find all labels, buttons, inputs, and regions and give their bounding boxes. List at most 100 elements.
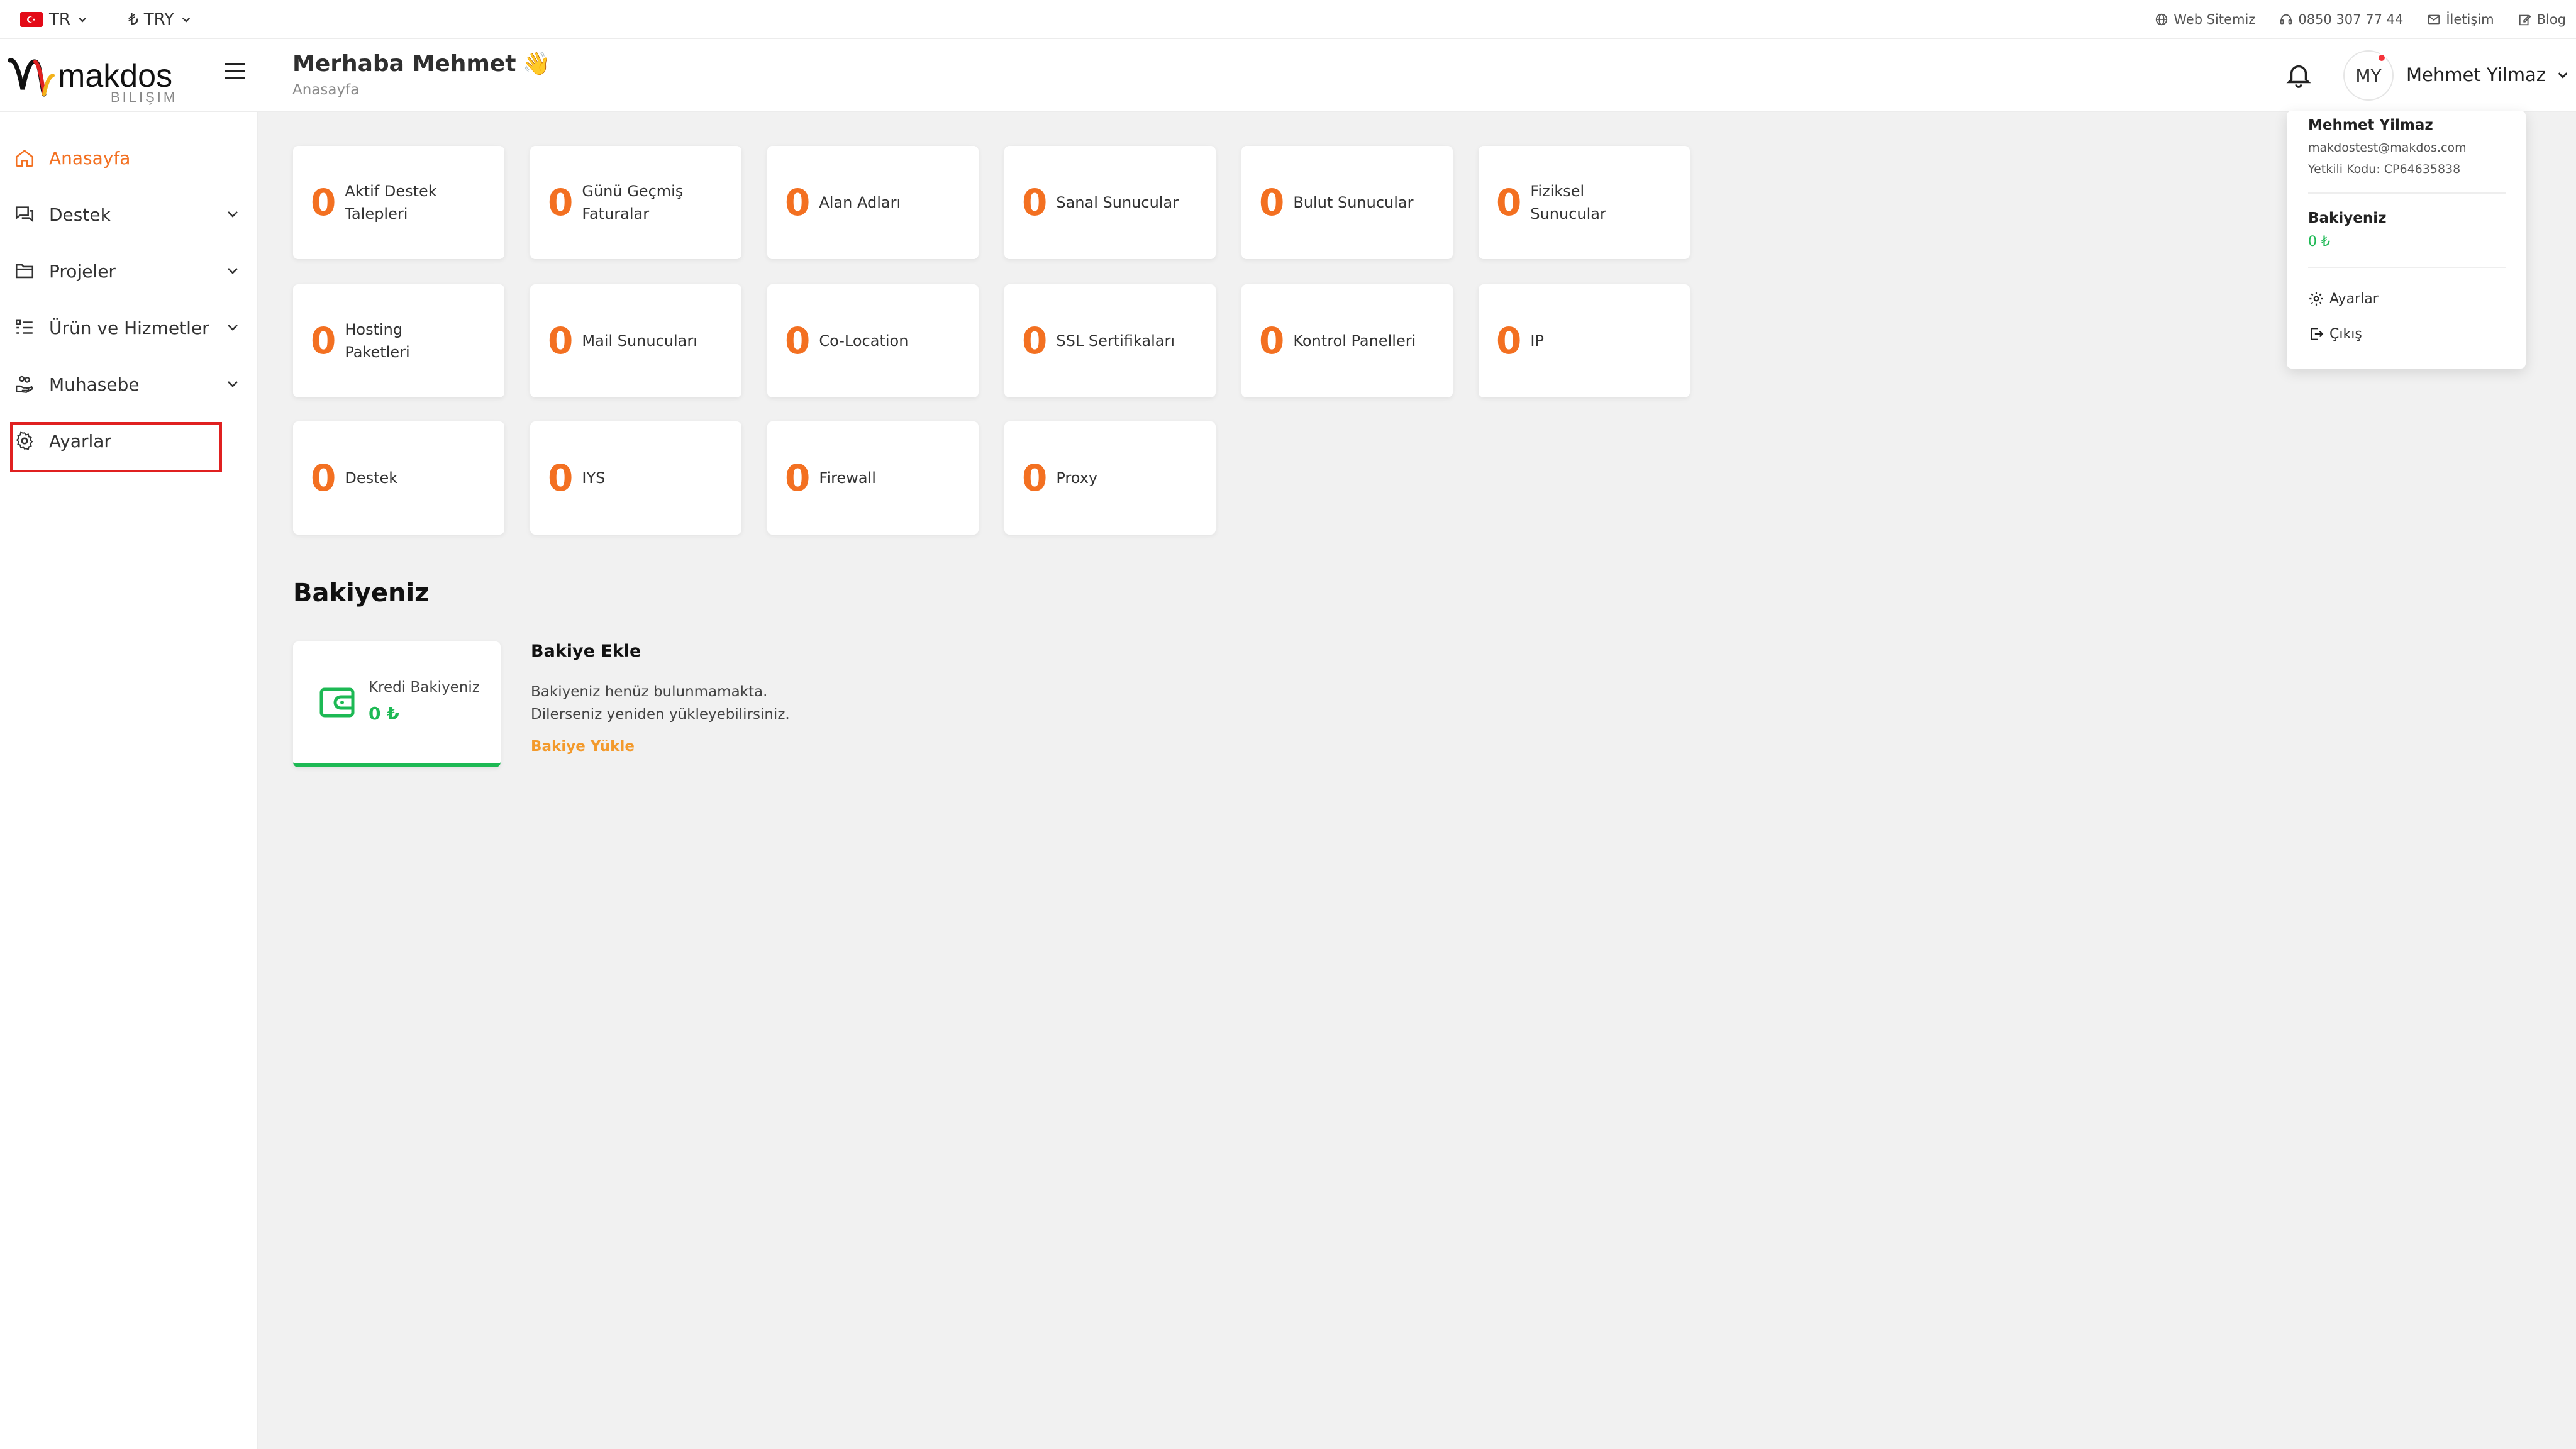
stat-value: 0 [1022, 319, 1048, 362]
sidebar-item-label: Projeler [49, 260, 116, 282]
web-site-label: Web Sitemiz [2174, 12, 2256, 27]
credit-balance-label: Kredi Bakiyeniz [369, 679, 480, 696]
user-menu-toggle[interactable]: Mehmet Yilmaz [2406, 64, 2570, 86]
sidebar-item-anasayfa[interactable]: Anasayfa [14, 141, 240, 175]
globe-icon [2155, 13, 2168, 26]
currency-label: ₺ TRY [128, 10, 174, 29]
top-bar-links: Web Sitemiz 0850 307 77 44 İletişim Blog [2155, 0, 2566, 39]
avatar[interactable]: MY [2343, 50, 2394, 101]
sidebar-item-label: Anasayfa [49, 147, 131, 169]
stat-label: Sanal Sunucular [1056, 194, 1179, 211]
stat-card-proxy[interactable]: 0 Proxy [1004, 421, 1216, 535]
sidebar-item-label: Ürün ve Hizmetler [49, 317, 209, 338]
stat-value: 0 [1022, 181, 1048, 224]
breadcrumb: Anasayfa [292, 82, 360, 98]
stat-value: 0 [785, 319, 811, 362]
web-site-link[interactable]: Web Sitemiz [2155, 12, 2255, 27]
stat-card-ip[interactable]: 0 IP [1479, 284, 1690, 397]
stat-card-ssl-sertifikalari[interactable]: 0 SSL Sertifikaları [1004, 284, 1216, 397]
dropdown-balance-value: 0 ₺ [2308, 234, 2330, 250]
sidebar-item-destek[interactable]: Destek [14, 197, 240, 231]
dropdown-logout-link[interactable]: Çıkış [2308, 326, 2362, 342]
stat-value: 0 [1496, 181, 1522, 224]
stat-value: 0 [548, 319, 574, 362]
contact-label: İletişim [2446, 12, 2494, 27]
credit-balance-value: 0 ₺ [369, 703, 399, 724]
load-balance-link[interactable]: Bakiye Yükle [531, 738, 635, 755]
balance-section-title: Bakiyeniz [293, 579, 430, 608]
blog-label: Blog [2536, 12, 2566, 27]
dropdown-logout-label: Çıkış [2329, 326, 2362, 342]
logo-subtext: BILIŞIM [111, 89, 177, 105]
contact-link[interactable]: İletişim [2427, 12, 2494, 27]
stat-card-iys[interactable]: 0 IYS [530, 421, 741, 535]
hand-coins-icon [14, 374, 35, 395]
notification-dot [2377, 53, 2386, 62]
stat-card-alan-adlari[interactable]: 0 Alan Adları [767, 146, 979, 259]
sidebar: Anasayfa Destek Projeler Ürün ve Hizmetl… [0, 112, 258, 1449]
wallet-icon [319, 686, 356, 719]
stat-card-gunu-gecmis[interactable]: 0 Günü Geçmiş Faturalar [530, 146, 741, 259]
gear-icon [2308, 291, 2324, 307]
waving-hand-icon: 👋 [522, 51, 551, 77]
stat-card-sanal-sunucular[interactable]: 0 Sanal Sunucular [1004, 146, 1216, 259]
chevron-down-icon [77, 14, 88, 25]
add-balance-title: Bakiye Ekle [531, 641, 641, 661]
sidebar-item-muhasebe[interactable]: Muhasebe [14, 367, 240, 401]
stat-label: Mail Sunucuları [582, 332, 697, 350]
stat-card-co-location[interactable]: 0 Co-Location [767, 284, 979, 397]
dropdown-email: makdostest@makdos.com [2308, 141, 2467, 155]
folder-icon [14, 260, 35, 282]
sidebar-item-label: Destek [49, 204, 111, 225]
dropdown-user-name: Mehmet Yilmaz [2308, 117, 2433, 133]
mail-icon [2427, 13, 2441, 26]
dropdown-settings-link[interactable]: Ayarlar [2308, 291, 2379, 307]
stat-label: Kontrol Panelleri [1293, 332, 1416, 350]
dropdown-divider [2308, 267, 2506, 268]
stat-card-aktif-destek[interactable]: 0 Aktif Destek Talepleri [293, 146, 504, 259]
headset-icon [2279, 13, 2293, 26]
language-selector[interactable]: TR [20, 10, 88, 29]
language-label: TR [49, 10, 70, 29]
stat-card-kontrol-panelleri[interactable]: 0 Kontrol Panelleri [1241, 284, 1453, 397]
dropdown-divider [2308, 192, 2506, 194]
chevron-down-icon [225, 319, 240, 335]
stat-value: 0 [548, 181, 574, 224]
stat-label: Alan Adları [819, 194, 901, 211]
stat-card-destek[interactable]: 0 Destek [293, 421, 504, 535]
phone-label: 0850 307 77 44 [2298, 12, 2404, 27]
stat-value: 0 [311, 319, 336, 362]
currency-selector[interactable]: ₺ TRY [128, 10, 192, 29]
add-balance-description: Bakiyeniz henüz bulunmamakta. Dilerseniz… [531, 680, 908, 726]
add-balance-line-1: Bakiyeniz henüz bulunmamakta. [531, 684, 768, 700]
stat-label: Aktif Destek Talepleri [345, 182, 437, 223]
stat-card-firewall[interactable]: 0 Firewall [767, 421, 979, 535]
top-bar: TR ₺ TRY Web Sitemiz 0850 307 77 44 İlet… [0, 0, 2576, 39]
stat-card-fiziksel-sunucular[interactable]: 0 Fiziksel Sunucular [1479, 146, 1690, 259]
stat-value: 0 [785, 181, 811, 224]
stat-value: 0 [1259, 319, 1285, 362]
hamburger-menu-icon[interactable] [223, 62, 246, 80]
dropdown-balance-title: Bakiyeniz [2308, 210, 2387, 226]
stat-value: 0 [311, 181, 336, 224]
stat-card-bulut-sunucular[interactable]: 0 Bulut Sunucular [1241, 146, 1453, 259]
turkey-flag-icon [20, 12, 43, 27]
stat-label: Proxy [1056, 469, 1098, 487]
blog-link[interactable]: Blog [2518, 12, 2566, 27]
chevron-down-icon [225, 263, 240, 278]
makdos-logo[interactable]: makdos BILIŞIM [8, 52, 190, 106]
sidebar-item-projeler[interactable]: Projeler [14, 254, 240, 288]
stat-label: IYS [582, 469, 606, 487]
ayarlar-highlight-box [10, 422, 222, 472]
stat-card-hosting-paketleri[interactable]: 0 Hosting Paketleri [293, 284, 504, 397]
stat-card-mail-sunuculari[interactable]: 0 Mail Sunucuları [530, 284, 741, 397]
chevron-down-icon [180, 14, 192, 25]
credit-balance-card: Kredi Bakiyeniz 0 ₺ [293, 641, 501, 767]
stat-label: SSL Sertifikaları [1056, 332, 1175, 350]
bell-icon[interactable] [2284, 60, 2313, 89]
stat-value: 0 [1259, 181, 1285, 224]
stat-label: IP [1530, 332, 1544, 350]
chevron-down-icon [225, 206, 240, 221]
sidebar-item-urun-ve-hizmetler[interactable]: Ürün ve Hizmetler [14, 311, 240, 345]
phone-link[interactable]: 0850 307 77 44 [2279, 12, 2403, 27]
